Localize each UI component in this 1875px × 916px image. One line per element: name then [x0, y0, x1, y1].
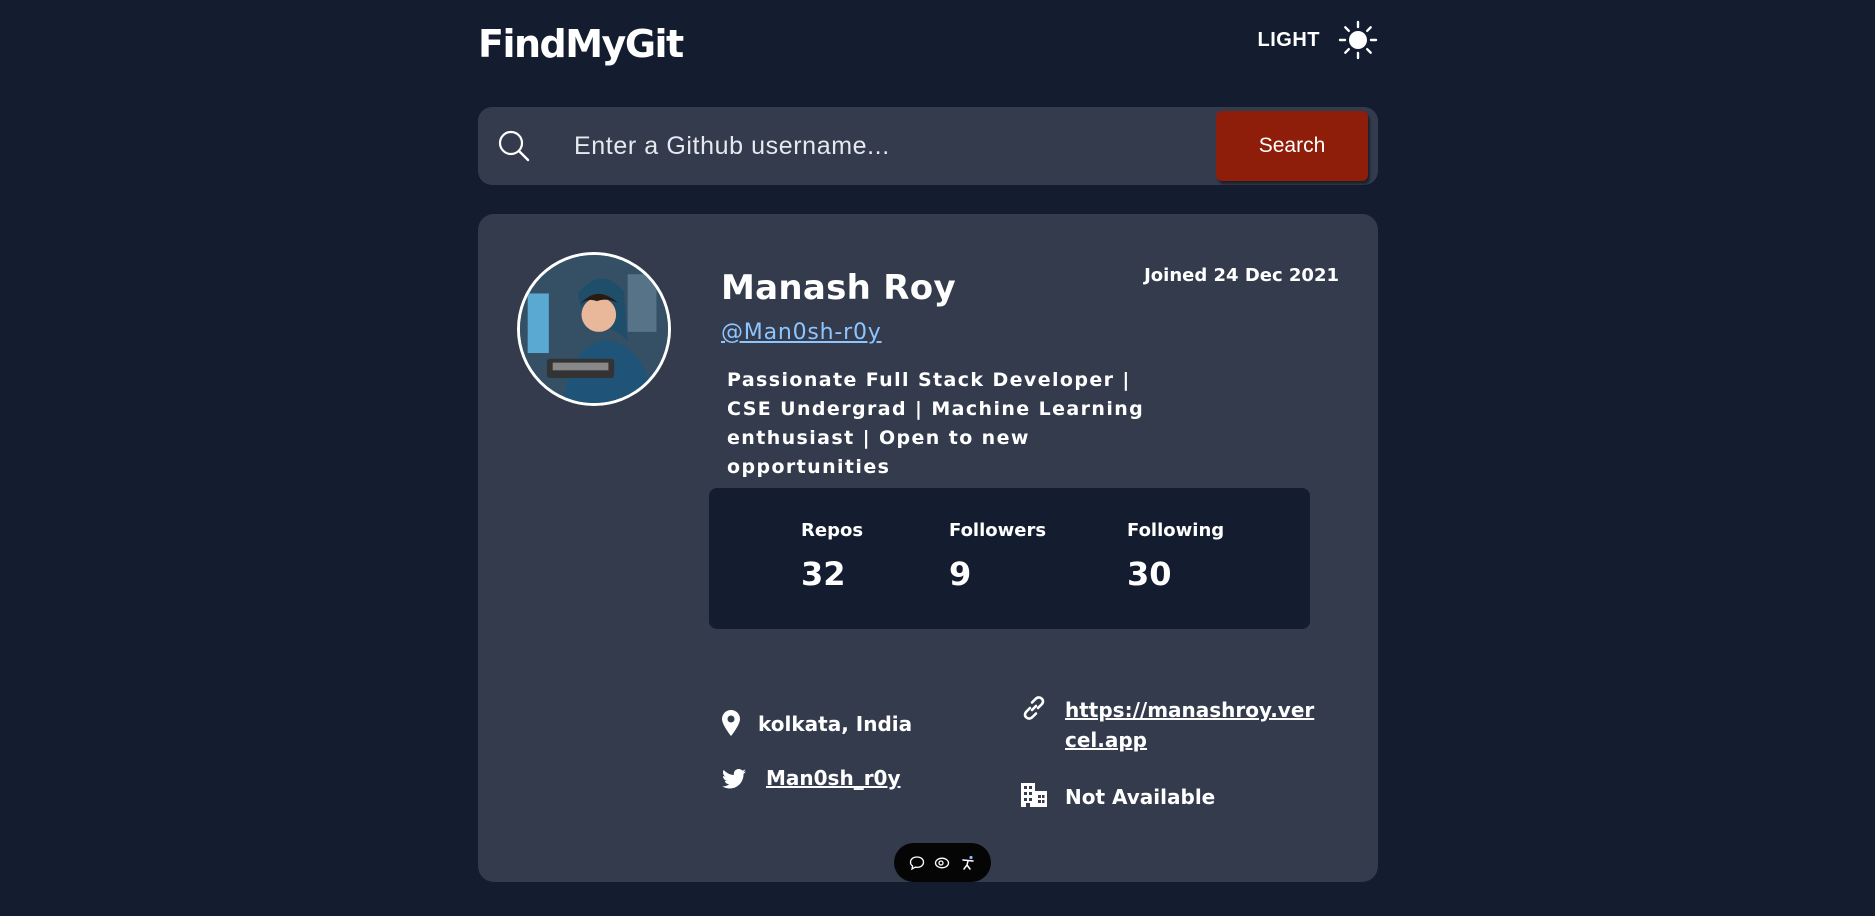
- info-company: Not Available: [1021, 783, 1215, 812]
- theme-toggle-label: LIGHT: [1257, 28, 1320, 51]
- profile-name: Manash Roy: [721, 268, 956, 308]
- profile-handle-link[interactable]: @Man0sh-r0y: [721, 320, 882, 345]
- search-button[interactable]: Search: [1216, 111, 1368, 181]
- blog-link-line-1[interactable]: https://manashroy.ver: [1065, 695, 1314, 725]
- chat-icon[interactable]: [909, 855, 925, 871]
- stat-following: Following 30: [1127, 520, 1224, 593]
- stat-label: Followers: [949, 520, 1047, 541]
- info-twitter: Man0sh_r0y: [722, 766, 901, 793]
- stat-followers: Followers 9: [949, 520, 1046, 593]
- eye-icon[interactable]: [934, 855, 950, 871]
- profile-card: Manash Roy Joined 24 Dec 2021 @Man0sh-r0…: [478, 214, 1378, 882]
- stat-label: Following: [1127, 520, 1225, 541]
- stat-value: 32: [801, 555, 846, 593]
- floating-toolbar: [894, 843, 991, 882]
- brand-logo[interactable]: FindMyGit: [478, 22, 684, 66]
- avatar-image: [520, 255, 668, 403]
- avatar: [517, 252, 671, 406]
- building-icon: [1021, 783, 1047, 807]
- joined-date: Joined 24 Dec 2021: [1144, 265, 1339, 286]
- accessibility-icon[interactable]: [960, 855, 976, 871]
- twitter-icon: [722, 769, 746, 789]
- link-icon: [1023, 696, 1045, 720]
- search-icon: [498, 130, 530, 162]
- blog-link[interactable]: https://manashroy.ver cel.app: [1065, 695, 1314, 755]
- stat-label: Repos: [801, 520, 864, 541]
- twitter-link[interactable]: Man0sh_r0y: [766, 763, 901, 793]
- blog-link-line-2[interactable]: cel.app: [1065, 725, 1314, 755]
- stats-panel: Repos 32 Followers 9 Following 30: [709, 488, 1310, 629]
- sun-icon: [1338, 20, 1378, 60]
- location-text: kolkata, India: [758, 712, 913, 736]
- search-input[interactable]: [574, 123, 1174, 169]
- profile-bio: Passionate Full Stack Developer | CSE Un…: [727, 369, 1145, 478]
- stat-value: 30: [1127, 555, 1172, 593]
- stat-value: 9: [949, 555, 972, 593]
- search-bar: Search: [478, 107, 1378, 185]
- theme-toggle[interactable]: LIGHT: [1258, 20, 1379, 60]
- info-location: kolkata, India: [722, 710, 912, 739]
- company-text: Not Available: [1065, 785, 1216, 809]
- stat-repos: Repos 32: [801, 520, 863, 593]
- location-pin-icon: [722, 710, 740, 736]
- info-blog: https://manashroy.ver cel.app: [1021, 695, 1314, 755]
- header: FindMyGit LIGHT: [478, 18, 1378, 68]
